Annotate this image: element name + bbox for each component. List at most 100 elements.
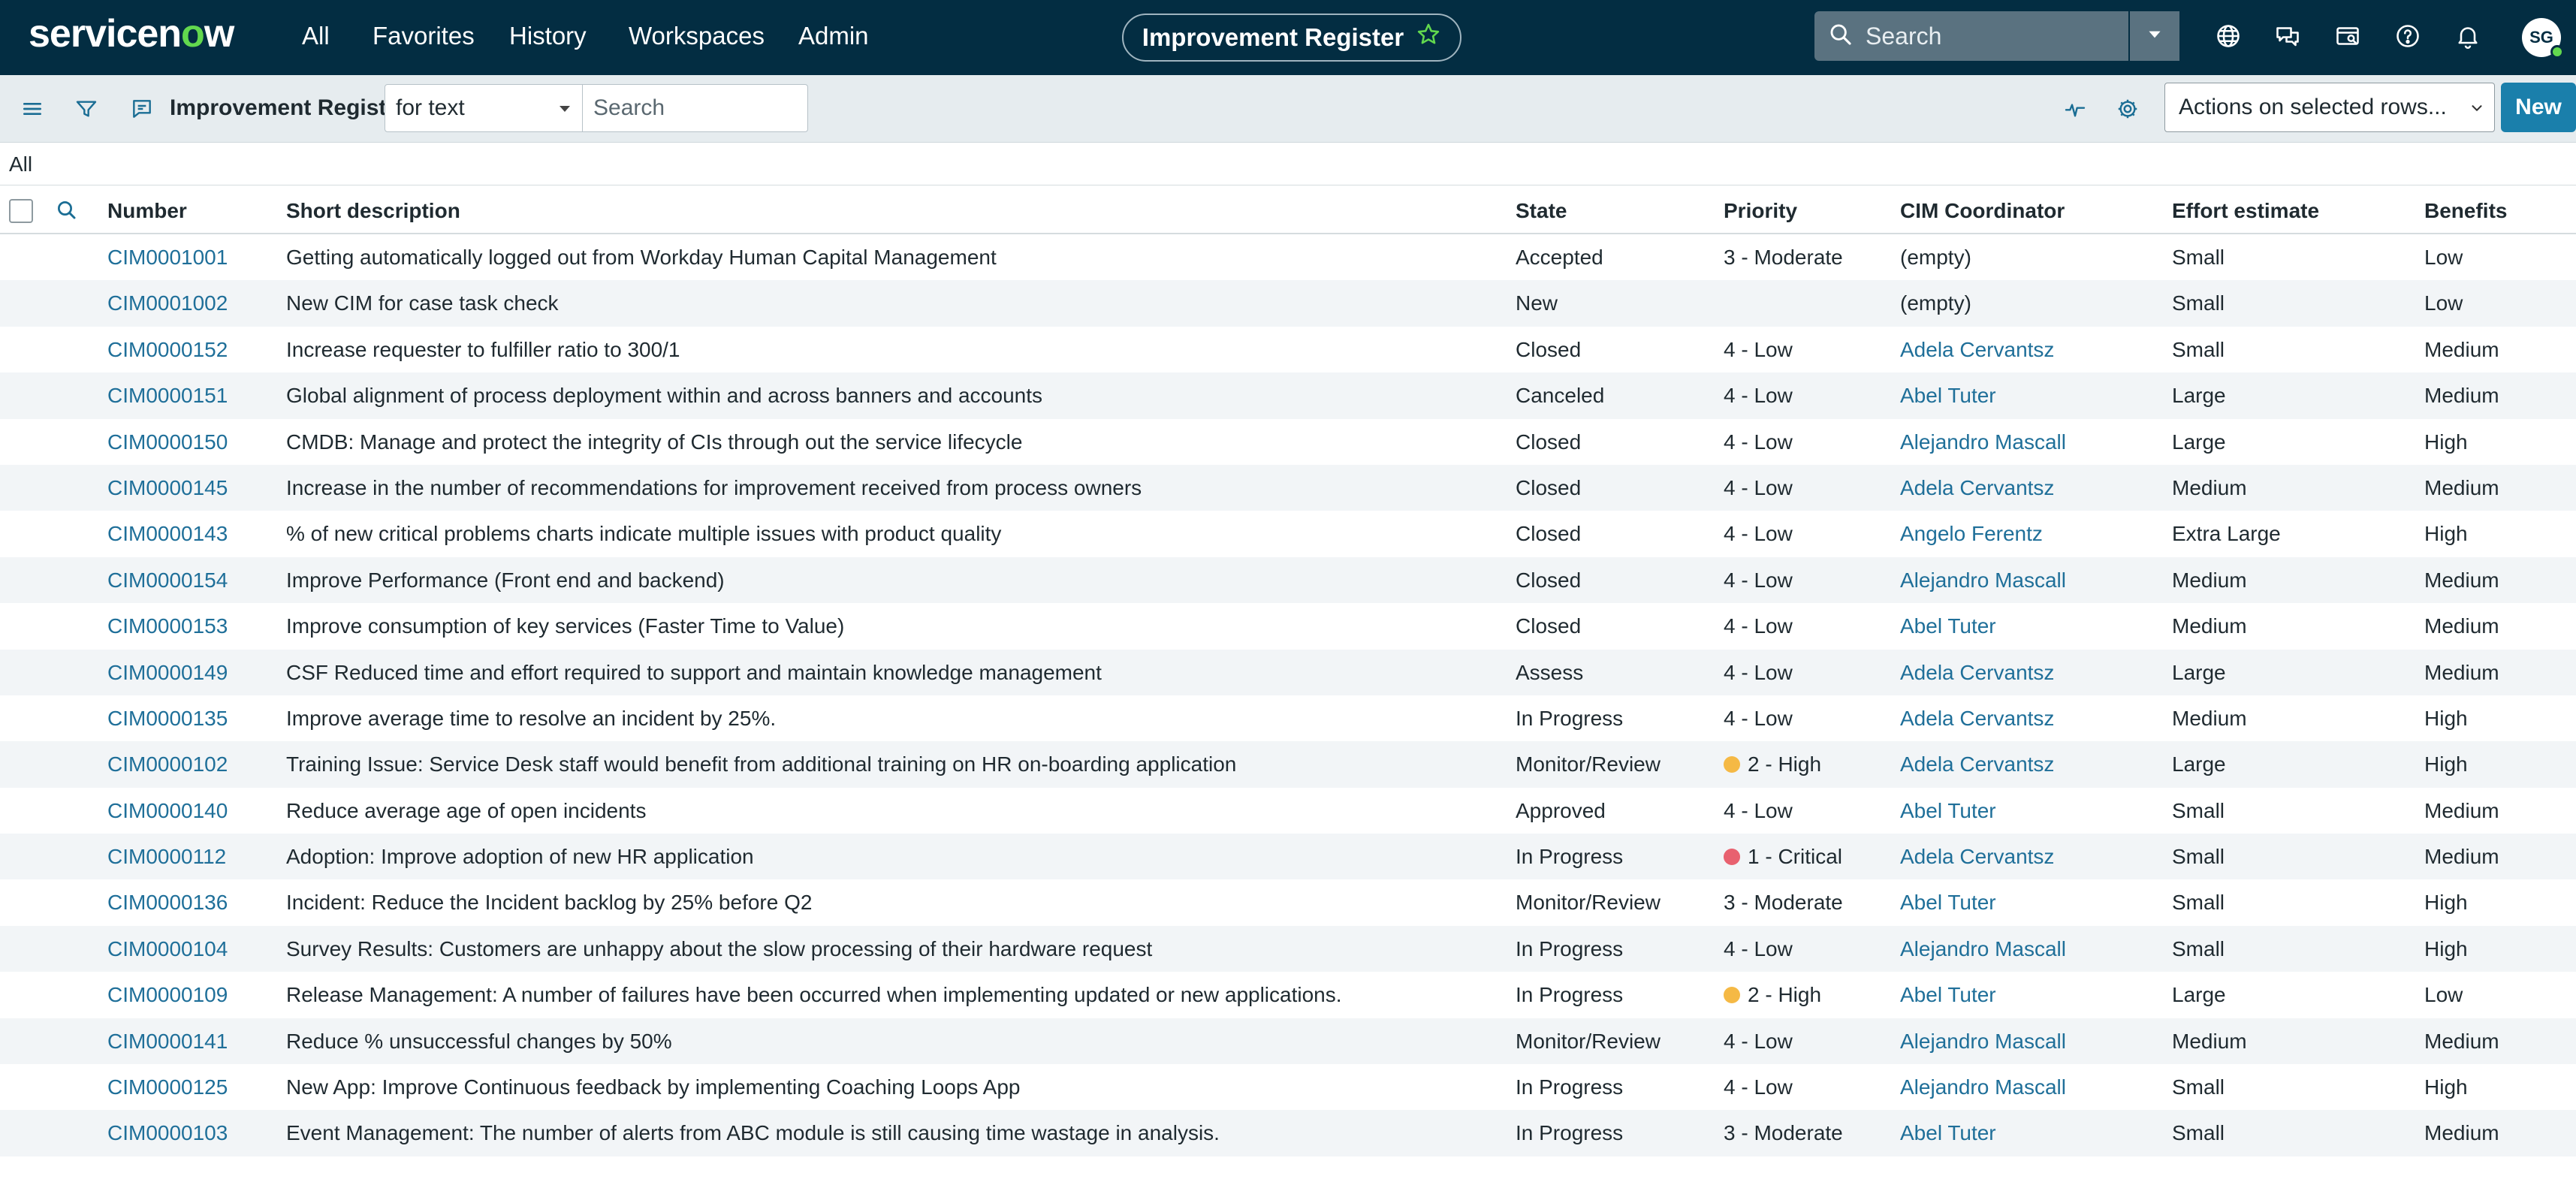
column-header-cim-coordinator[interactable]: CIM Coordinator: [1900, 198, 2065, 225]
column-header-state[interactable]: State: [1516, 198, 1567, 225]
table-row[interactable]: CIM0000140 Reduce average age of open inc…: [0, 788, 2576, 834]
context-pill[interactable]: Improvement Register: [1122, 14, 1461, 62]
table-row[interactable]: CIM0000102 Training Issue: Service Desk s…: [0, 741, 2576, 788]
record-number-link[interactable]: CIM0000109: [107, 972, 228, 1018]
workspace-icon[interactable]: [2333, 21, 2363, 51]
filter-icon[interactable]: [71, 93, 102, 125]
record-number-link[interactable]: CIM0000103: [107, 1110, 228, 1156]
nav-admin[interactable]: Admin: [798, 21, 869, 51]
table-row[interactable]: CIM0000136 Incident: Reduce the Incident …: [0, 879, 2576, 925]
coordinator-link[interactable]: Abel Tuter: [1900, 879, 1996, 925]
coordinator-link[interactable]: Abel Tuter: [1900, 972, 1996, 1018]
help-icon[interactable]: [2393, 21, 2423, 51]
coordinator-link[interactable]: Alejandro Mascall: [1900, 419, 2066, 465]
coordinator-link[interactable]: Adela Cervantsz: [1900, 327, 2054, 372]
search-field-select[interactable]: for text: [385, 84, 583, 132]
settings-gear-icon[interactable]: [2112, 93, 2143, 125]
nav-history[interactable]: History: [509, 21, 587, 51]
column-header-short-description[interactable]: Short description: [286, 198, 460, 225]
table-row[interactable]: CIM0000135 Improve average time to resolv…: [0, 695, 2576, 741]
coordinator-link[interactable]: Abel Tuter: [1900, 372, 1996, 418]
table-row[interactable]: CIM0000149 CSF Reduced time and effort re…: [0, 649, 2576, 695]
coordinator-link[interactable]: Adela Cervantsz: [1900, 465, 2054, 511]
table-row[interactable]: CIM0000109 Release Management: A number o…: [0, 972, 2576, 1018]
user-avatar[interactable]: SG: [2522, 18, 2564, 59]
table-row[interactable]: CIM0000153 Improve consumption of key ser…: [0, 603, 2576, 649]
coordinator-link[interactable]: Angelo Ferentz: [1900, 511, 2043, 556]
list-search[interactable]: [583, 84, 808, 132]
priority-value: 3 - Moderate: [1724, 234, 1843, 280]
coordinator-link[interactable]: Alejandro Mascall: [1900, 1018, 2066, 1064]
servicenow-logo[interactable]: servicenow: [29, 11, 234, 57]
column-header-benefits[interactable]: Benefits: [2424, 198, 2507, 225]
star-icon[interactable]: [1416, 22, 1441, 53]
search-scope-dropdown[interactable]: [2128, 11, 2179, 61]
record-number-link[interactable]: CIM0000149: [107, 650, 228, 695]
column-header-number[interactable]: Number: [107, 198, 187, 225]
table-row[interactable]: CIM0001002 New CIM for case task check New…: [0, 280, 2576, 327]
record-number-link[interactable]: CIM0000104: [107, 926, 228, 972]
breadcrumb[interactable]: All: [9, 150, 32, 179]
nav-all[interactable]: All: [302, 21, 330, 51]
table-row[interactable]: CIM0000125 New App: Improve Continuous fe…: [0, 1064, 2576, 1110]
record-number-link[interactable]: CIM0001001: [107, 234, 228, 280]
coordinator-link[interactable]: Adela Cervantsz: [1900, 834, 2054, 879]
table-row[interactable]: CIM0000112 Adoption: Improve adoption of …: [0, 834, 2576, 880]
coordinator-link[interactable]: Abel Tuter: [1900, 603, 1996, 649]
coordinator-link[interactable]: Alejandro Mascall: [1900, 557, 2066, 603]
table-row[interactable]: CIM0000143 % of new critical problems cha…: [0, 511, 2576, 556]
table-row[interactable]: CIM0000152 Increase requester to fulfille…: [0, 327, 2576, 372]
select-all-checkbox[interactable]: [9, 199, 33, 223]
short-description: Release Management: A number of failures…: [286, 983, 1342, 1007]
coordinator-link[interactable]: Alejandro Mascall: [1900, 926, 2066, 972]
nav-workspaces[interactable]: Workspaces: [629, 21, 765, 51]
record-number-link[interactable]: CIM0000125: [107, 1064, 228, 1110]
globe-icon[interactable]: [2213, 21, 2243, 51]
record-number-link[interactable]: CIM0000150: [107, 419, 228, 465]
hamburger-menu-icon[interactable]: [17, 93, 48, 125]
table-row[interactable]: CIM0000154 Improve Performance (Front end…: [0, 556, 2576, 604]
table-row[interactable]: CIM0000103 Event Management: The number o…: [0, 1110, 2576, 1156]
table-row[interactable]: CIM0000150 CMDB: Manage and protect the i…: [0, 419, 2576, 465]
chat-icon[interactable]: [2273, 21, 2303, 51]
coordinator-link[interactable]: Adela Cervantsz: [1900, 741, 2054, 787]
record-number-link[interactable]: CIM0000141: [107, 1018, 228, 1064]
list-context-icon[interactable]: [126, 93, 158, 125]
state-value: Closed: [1516, 568, 1582, 592]
effort-estimate-value: Medium: [2172, 614, 2247, 638]
coordinator-link[interactable]: Adela Cervantsz: [1900, 695, 2054, 741]
record-number-link[interactable]: CIM0000140: [107, 788, 228, 834]
record-number-link[interactable]: CIM0000154: [107, 557, 228, 603]
coordinator-link[interactable]: Abel Tuter: [1900, 788, 1996, 834]
table-row[interactable]: CIM0000141 Reduce % unsuccessful changes …: [0, 1018, 2576, 1065]
search-icon[interactable]: [56, 199, 78, 222]
global-search[interactable]: [1814, 11, 2179, 61]
table-row[interactable]: CIM0000104 Survey Results: Customers are …: [0, 925, 2576, 972]
activity-stream-icon[interactable]: [2059, 93, 2091, 125]
column-header-priority[interactable]: Priority: [1724, 198, 1797, 225]
actions-on-selected-rows[interactable]: Actions on selected rows...: [2164, 83, 2495, 132]
record-number-link[interactable]: CIM0000143: [107, 511, 228, 556]
global-search-input[interactable]: [1866, 22, 2151, 50]
record-number-link[interactable]: CIM0000135: [107, 695, 228, 741]
record-number-link[interactable]: CIM0000152: [107, 327, 228, 372]
column-header-effort-estimate[interactable]: Effort estimate: [2172, 198, 2319, 225]
record-number-link[interactable]: CIM0000136: [107, 879, 228, 925]
coordinator-link[interactable]: Adela Cervantsz: [1900, 650, 2054, 695]
table-row[interactable]: CIM0000145 Increase in the number of reco…: [0, 464, 2576, 511]
new-button[interactable]: New: [2501, 83, 2576, 132]
coordinator-link[interactable]: Alejandro Mascall: [1900, 1064, 2066, 1110]
table-row[interactable]: CIM0000151 Global alignment of process de…: [0, 372, 2576, 419]
record-number-link[interactable]: CIM0000145: [107, 465, 228, 511]
table-row[interactable]: CIM0001001 Getting automatically logged o…: [0, 234, 2576, 280]
coordinator-link[interactable]: Abel Tuter: [1900, 1110, 1996, 1156]
list-search-input[interactable]: [593, 95, 796, 121]
record-number-link[interactable]: CIM0000153: [107, 603, 228, 649]
notification-bell-icon[interactable]: [2453, 21, 2483, 51]
record-number-link[interactable]: CIM0000151: [107, 372, 228, 418]
nav-favorites[interactable]: Favorites: [373, 21, 475, 51]
record-number-link[interactable]: CIM0001002: [107, 280, 228, 326]
record-number-link[interactable]: CIM0000112: [107, 834, 226, 879]
short-description: Adoption: Improve adoption of new HR app…: [286, 845, 754, 869]
record-number-link[interactable]: CIM0000102: [107, 741, 228, 787]
